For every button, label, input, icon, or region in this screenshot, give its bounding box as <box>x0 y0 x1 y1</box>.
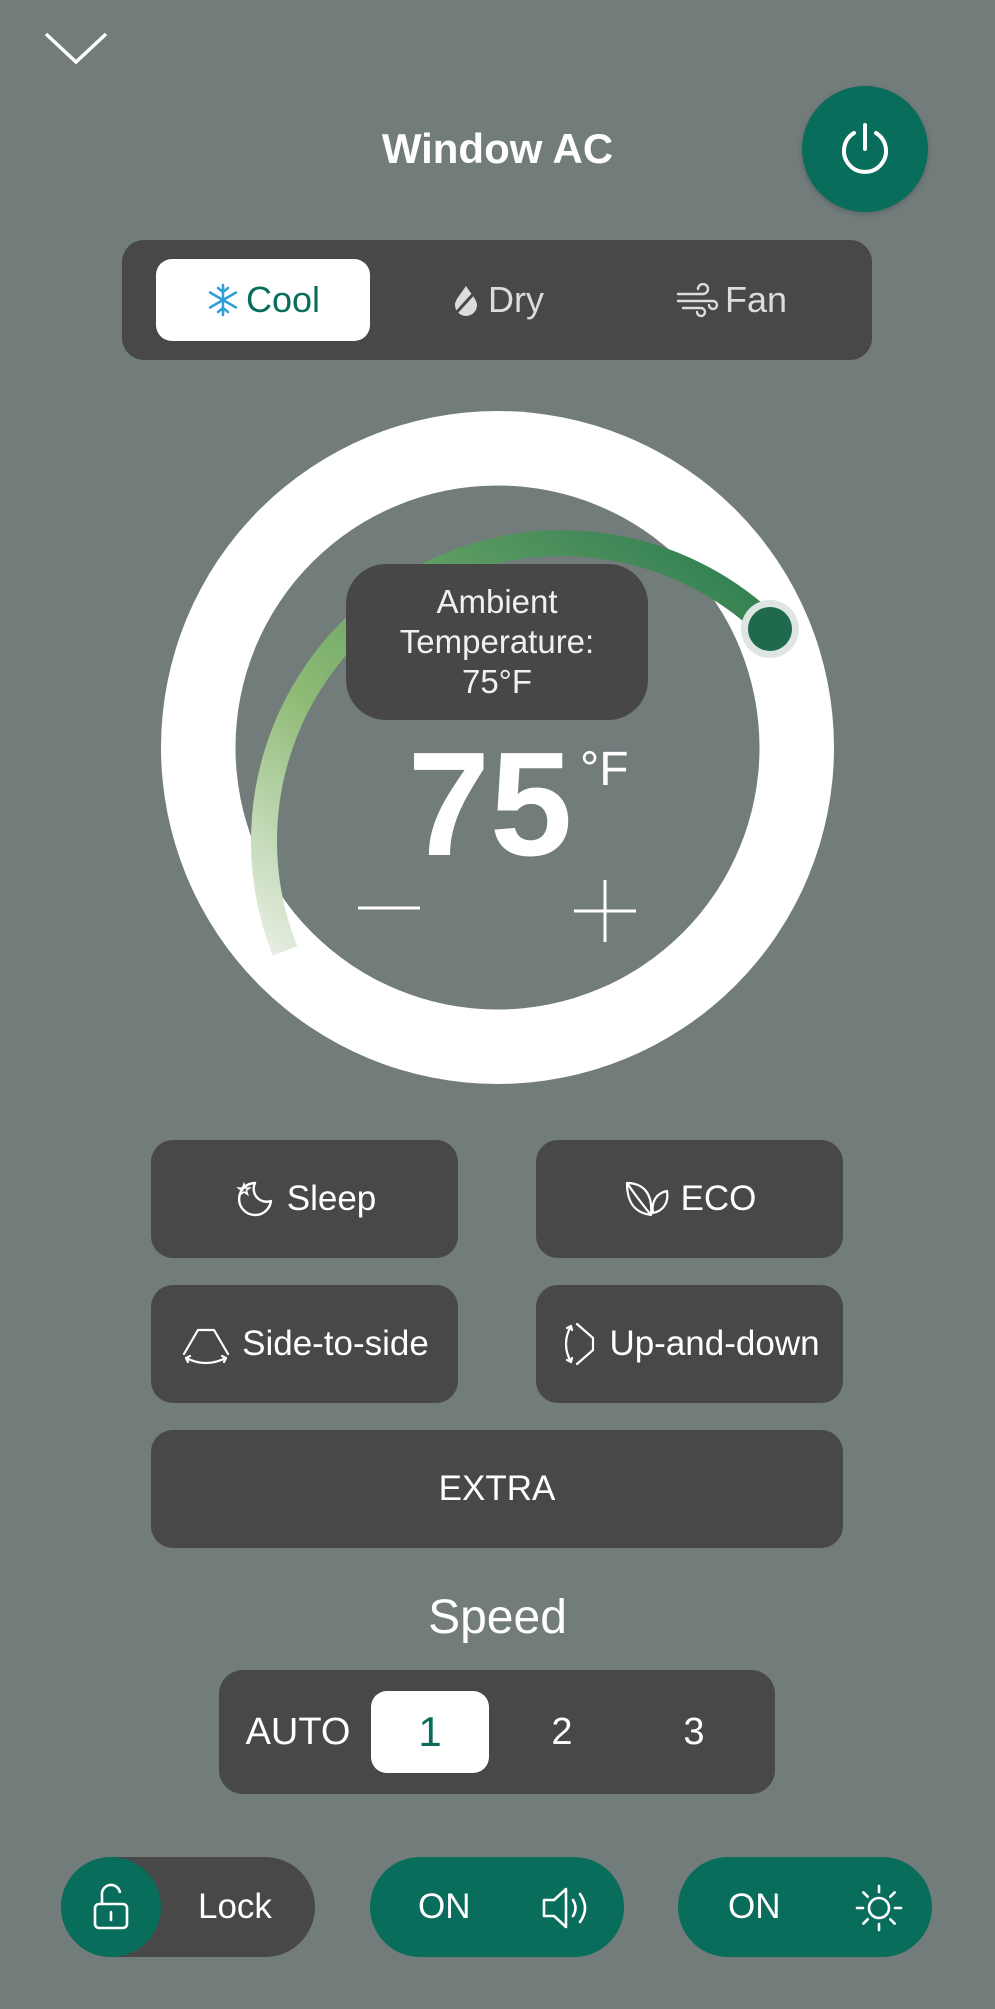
snowflake-icon <box>208 283 238 317</box>
ambient-label: Ambient Temperature: <box>399 583 595 660</box>
plus-icon <box>574 880 636 942</box>
swing-horizontal-icon <box>183 1328 230 1365</box>
ambient-value: 75°F <box>461 663 533 700</box>
light-toggle[interactable]: ON <box>678 1857 932 1957</box>
tab-cool-label: Cool <box>245 279 321 320</box>
up-and-down-label: Up-and-down <box>609 1324 820 1363</box>
setpoint-unit: °F <box>580 743 629 796</box>
speed-heading: Speed <box>428 1591 567 1644</box>
extra-button[interactable]: EXTRA <box>151 1430 843 1548</box>
decrease-temperature-button[interactable] <box>354 880 424 936</box>
minus-icon <box>358 906 420 910</box>
sound-toggle[interactable]: ON <box>370 1857 624 1957</box>
tab-dry-label: Dry <box>488 279 544 320</box>
ambient-temperature-badge: Ambient Temperature: 75°F <box>346 564 648 720</box>
speaker-icon <box>542 1887 587 1929</box>
wind-icon <box>676 283 719 317</box>
tab-dry[interactable]: Dry <box>390 259 604 341</box>
mode-selector: Cool Dry Fan <box>122 240 872 360</box>
sleep-button[interactable]: Sleep <box>151 1140 458 1258</box>
speed-option-3[interactable]: 3 <box>637 1691 751 1773</box>
dial-handle[interactable] <box>748 607 792 651</box>
power-icon <box>842 123 888 174</box>
moon-icon <box>235 1181 272 1217</box>
extra-label: EXTRA <box>438 1469 556 1508</box>
up-and-down-button[interactable]: Up-and-down <box>536 1285 843 1403</box>
lock-toggle[interactable]: Lock <box>61 1857 315 1957</box>
increase-temperature-button[interactable] <box>570 878 640 948</box>
lock-label: Lock <box>198 1887 272 1926</box>
speed-selector: AUTO 1 2 3 <box>219 1670 775 1794</box>
unlock-icon <box>93 1883 129 1930</box>
eco-label: ECO <box>680 1179 757 1218</box>
swing-vertical-icon <box>565 1322 595 1366</box>
tab-fan-label: Fan <box>724 279 788 320</box>
power-button[interactable] <box>802 86 928 212</box>
drop-icon <box>454 286 478 316</box>
sleep-label: Sleep <box>286 1179 377 1218</box>
tab-fan[interactable]: Fan <box>624 259 838 341</box>
speed-option-auto[interactable]: AUTO <box>241 1691 355 1773</box>
side-to-side-button[interactable]: Side-to-side <box>151 1285 458 1403</box>
collapse-button[interactable] <box>40 24 112 72</box>
eco-button[interactable]: ECO <box>536 1140 843 1258</box>
chevron-down-icon <box>44 32 108 65</box>
setpoint-value: 75 <box>407 722 573 887</box>
sun-icon <box>855 1884 903 1932</box>
sound-state: ON <box>418 1887 471 1926</box>
light-state: ON <box>728 1887 781 1926</box>
tab-cool[interactable]: Cool <box>156 259 370 341</box>
lock-toggle-knob <box>61 1857 161 1957</box>
speed-option-2[interactable]: 2 <box>505 1691 619 1773</box>
side-to-side-label: Side-to-side <box>242 1324 429 1363</box>
leaf-icon <box>625 1181 669 1217</box>
speed-option-1[interactable]: 1 <box>371 1691 489 1773</box>
